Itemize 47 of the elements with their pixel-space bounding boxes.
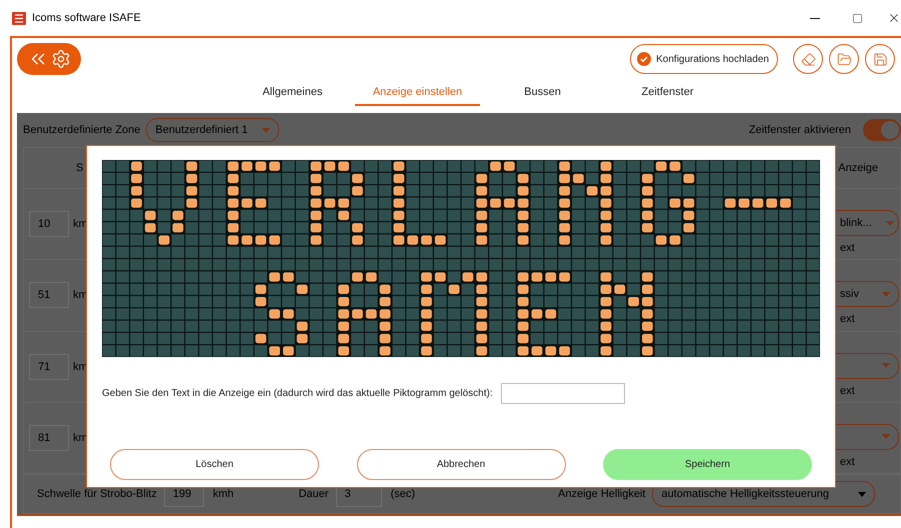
speed-field[interactable]: 71 xyxy=(29,354,69,380)
tab[interactable]: Allgemeines xyxy=(230,80,355,106)
save-icon xyxy=(872,52,888,66)
prompt-text: Geben Sie den Text in die Anzeige ein (dadurch wird das aktuelle Piktogramm gelöscht): xyxy=(102,388,493,399)
settings-icon xyxy=(51,49,71,69)
dropdown-caret-icon xyxy=(858,492,866,496)
dropdown-caret-icon xyxy=(882,434,890,440)
dropdown-caret-icon xyxy=(262,128,270,132)
eraser-icon xyxy=(800,52,816,66)
note-label: ext xyxy=(840,456,856,468)
upload-config-button[interactable]: Konfigurations hochladen xyxy=(630,44,778,74)
folder-icon xyxy=(836,52,852,66)
strobe-label: Schwelle für Strobo-Blitz xyxy=(37,488,157,500)
brightness-label: Anzeige Helligkeit xyxy=(558,488,646,500)
note-label: ext xyxy=(840,313,856,326)
tab[interactable]: Anzeige einstellen xyxy=(355,80,480,106)
column-header: S xyxy=(76,162,84,174)
save-button[interactable] xyxy=(865,44,895,74)
column-header: Anzeige xyxy=(838,162,878,174)
speed-field[interactable]: 51 xyxy=(29,282,69,308)
back-settings-button[interactable] xyxy=(17,43,81,75)
time-window-label: Zeitfenster aktivieren xyxy=(748,124,851,136)
dialog-button[interactable]: Speichern xyxy=(603,449,812,480)
dropdown-caret-icon xyxy=(886,220,894,226)
app-logo-icon xyxy=(12,12,26,24)
note-label: ext xyxy=(840,242,856,254)
zone-label: Benutzerdefinierte Zone xyxy=(23,124,140,136)
open-folder-button[interactable] xyxy=(829,44,859,74)
time-window-toggle[interactable] xyxy=(863,119,901,141)
zone-dropdown[interactable]: Benutzerdefiniert 1 xyxy=(146,118,279,142)
speed-field[interactable]: 10 xyxy=(29,211,69,238)
unit-label: kmh xyxy=(212,488,234,500)
tab[interactable]: Bussen xyxy=(480,80,605,106)
maximize-icon xyxy=(852,12,862,24)
dialog-button[interactable]: Löschen xyxy=(110,449,319,480)
dropdown-caret-icon xyxy=(882,363,890,368)
duration-label: Dauer xyxy=(298,488,329,500)
dialog-button[interactable]: Abbrechen xyxy=(356,449,566,480)
speed-field[interactable]: 81 xyxy=(29,424,69,451)
duration-unit-label: (sec) xyxy=(390,488,416,500)
window-title: Icoms software ISAFE xyxy=(32,12,142,24)
check-circle-icon xyxy=(637,52,652,66)
text-input-field[interactable] xyxy=(500,383,625,404)
dropdown-caret-icon xyxy=(882,292,890,297)
tab[interactable]: Zeitfenster xyxy=(605,80,730,106)
eraser-button[interactable] xyxy=(793,44,823,74)
note-label: ext xyxy=(840,384,856,397)
